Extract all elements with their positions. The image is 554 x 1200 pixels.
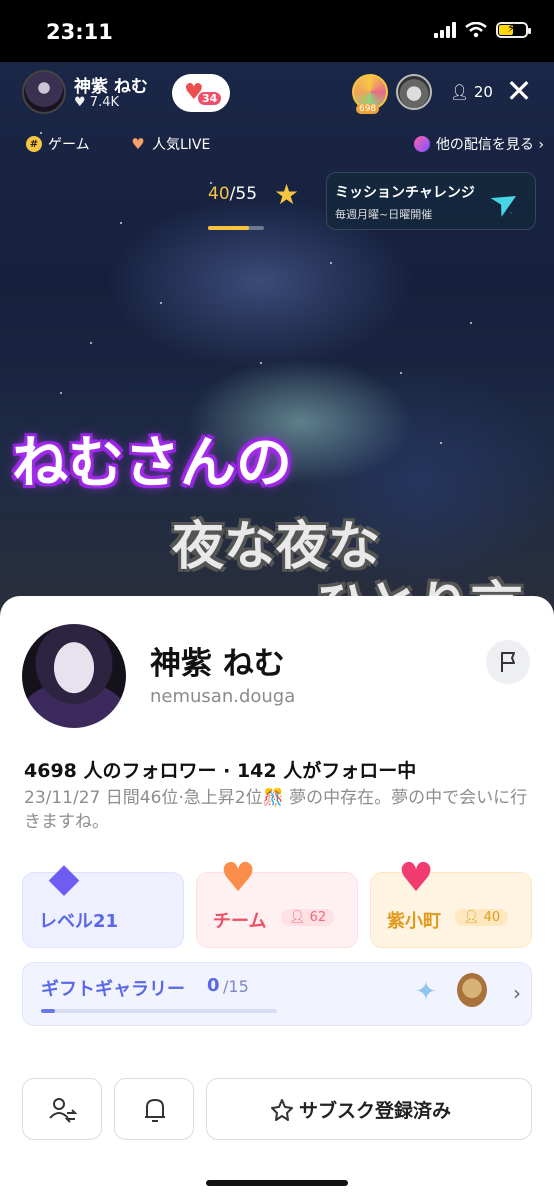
heart-icon: ♥ [220,855,256,901]
goal-total: 55 [235,184,258,204]
heart-icon: ♥ [74,95,86,110]
mission-title: ミッションチャレンジ [335,185,475,201]
team-label: チーム [213,911,267,932]
stream-tags: # ゲーム ♥ 人気LIVE 他の配信を見る › [26,132,544,158]
mission-challenge-banner[interactable]: ミッションチャレンジ 毎週月曜~日曜開催 ➤ [326,172,536,230]
profile-cards: ◆ レベル21 ♥ チーム 👤︎ 62 ♥ 紫小町 👤︎ 40 [22,855,532,950]
bell-icon [145,1099,165,1122]
level-card[interactable]: ◆ レベル21 [22,855,184,948]
shimachi-card[interactable]: ♥ 紫小町 👤︎ 40 [370,855,532,948]
other-streams-label: 他の配信を見る › [435,137,544,153]
status-bar: 23:11 ⚡ [0,0,554,62]
notification-button[interactable] [114,1078,194,1140]
cellular-signal-icon [434,22,456,38]
subscribe-label: サブスク登録済み [299,1100,452,1122]
profile-avatar[interactable] [22,624,126,728]
gift-gallery-total: /15 [223,977,249,996]
home-indicator [206,1180,348,1186]
host-likes: ♥ 7.4K [74,95,119,110]
planet-icon [413,136,430,152]
stream-header: 神紫 ねむ ♥ 7.4K ♥ 34 698 👤︎ 20 ✕ [22,68,536,120]
diamond-icon: ◆ [48,855,80,901]
like-button[interactable]: ♥ 34 [172,74,230,112]
tag-game-label: ゲーム [48,137,90,153]
other-streams-link[interactable]: 他の配信を見る › [413,134,544,154]
chevron-right-icon: › [513,981,521,1005]
stream-goal-progress[interactable]: 40/55 ★ [208,178,308,230]
switch-profile-button[interactable] [22,1078,102,1140]
gift-gallery-title: ギフトギャラリー [41,979,185,1000]
team-card[interactable]: ♥ チーム 👤︎ 62 [196,855,358,948]
tag-game[interactable]: # ゲーム [26,134,90,154]
close-icon: ✕ [505,72,533,110]
tag-popular-live[interactable]: ♥ 人気LIVE [130,134,210,154]
report-button[interactable] [486,640,530,684]
top-viewer-avatar[interactable] [396,74,432,110]
profile-actions: サブスク登録済み [22,1078,532,1140]
star-badge-icon [271,1099,293,1121]
lion-gift-icon [457,973,487,1007]
gift-gallery-progress [41,1009,277,1013]
viewer-count-value: 20 [473,83,493,101]
status-icons: ⚡ [434,21,531,38]
profile-name: 神紫 ねむ [150,646,285,682]
level-label: レベル21 [39,911,119,932]
follow-stats[interactable]: 4698 人のフォロワー · 142 人がフォロー中 [24,756,416,783]
goal-progress-fill [208,226,249,230]
profile-sheet: 神紫 ねむ nemusan.douga 4698 人のフォロワー · 142 人… [0,596,554,1200]
shimachi-label: 紫小町 [387,911,441,932]
like-badge: 34 [198,92,222,105]
shimachi-member-count: 👤︎ 40 [455,909,509,926]
battery-icon: ⚡ [496,21,531,38]
goal-progress-bar [208,226,264,230]
subscribe-button[interactable]: サブスク登録済み [206,1078,532,1140]
heart-icon: ♥ [131,135,145,153]
sparkle-gift-icon: ✦ [415,977,437,1007]
gift-gallery-card[interactable]: ギフトギャラリー 0 /15 ✦ › [22,962,532,1026]
flag-icon [501,652,515,672]
top-viewer-badge: 698 [356,104,380,114]
hashtag-icon: # [26,136,42,152]
viewer-count[interactable]: 👤︎ 20 [450,83,493,101]
team-member-count: 👤︎ 62 [281,909,335,926]
tag-popular-label: 人気LIVE [152,137,211,153]
host-name[interactable]: 神紫 ねむ [74,72,148,97]
star-icon: ★ [274,178,300,211]
profile-bio: 23/11/27 日間46位·急上昇2位🎊 夢の中存在。夢の中で会いに行きますね… [24,788,528,832]
profile-handle: nemusan.douga [150,686,296,707]
top-viewer-avatar[interactable]: 698 [352,74,388,114]
team-count-value: 62 [309,910,327,925]
gift-gallery-count: 0 [207,975,220,996]
shimachi-count-value: 40 [483,910,501,925]
stream-overlay-line1: ねむさんの [12,431,292,496]
host-likes-count: 7.4K [89,95,119,110]
mission-subtitle: 毎週月曜~日曜開催 [335,208,433,221]
host-avatar[interactable] [22,70,66,114]
status-time: 23:11 [46,20,113,44]
wifi-icon [465,22,487,38]
arrow-icon: ➤ [482,177,528,227]
user-switch-icon [49,1098,78,1123]
person-icon: 👤︎ [450,83,470,101]
goal-current: 40 [208,184,230,204]
heart-arrow-icon: ♥ [398,855,434,901]
close-button[interactable]: ✕ [502,74,536,108]
